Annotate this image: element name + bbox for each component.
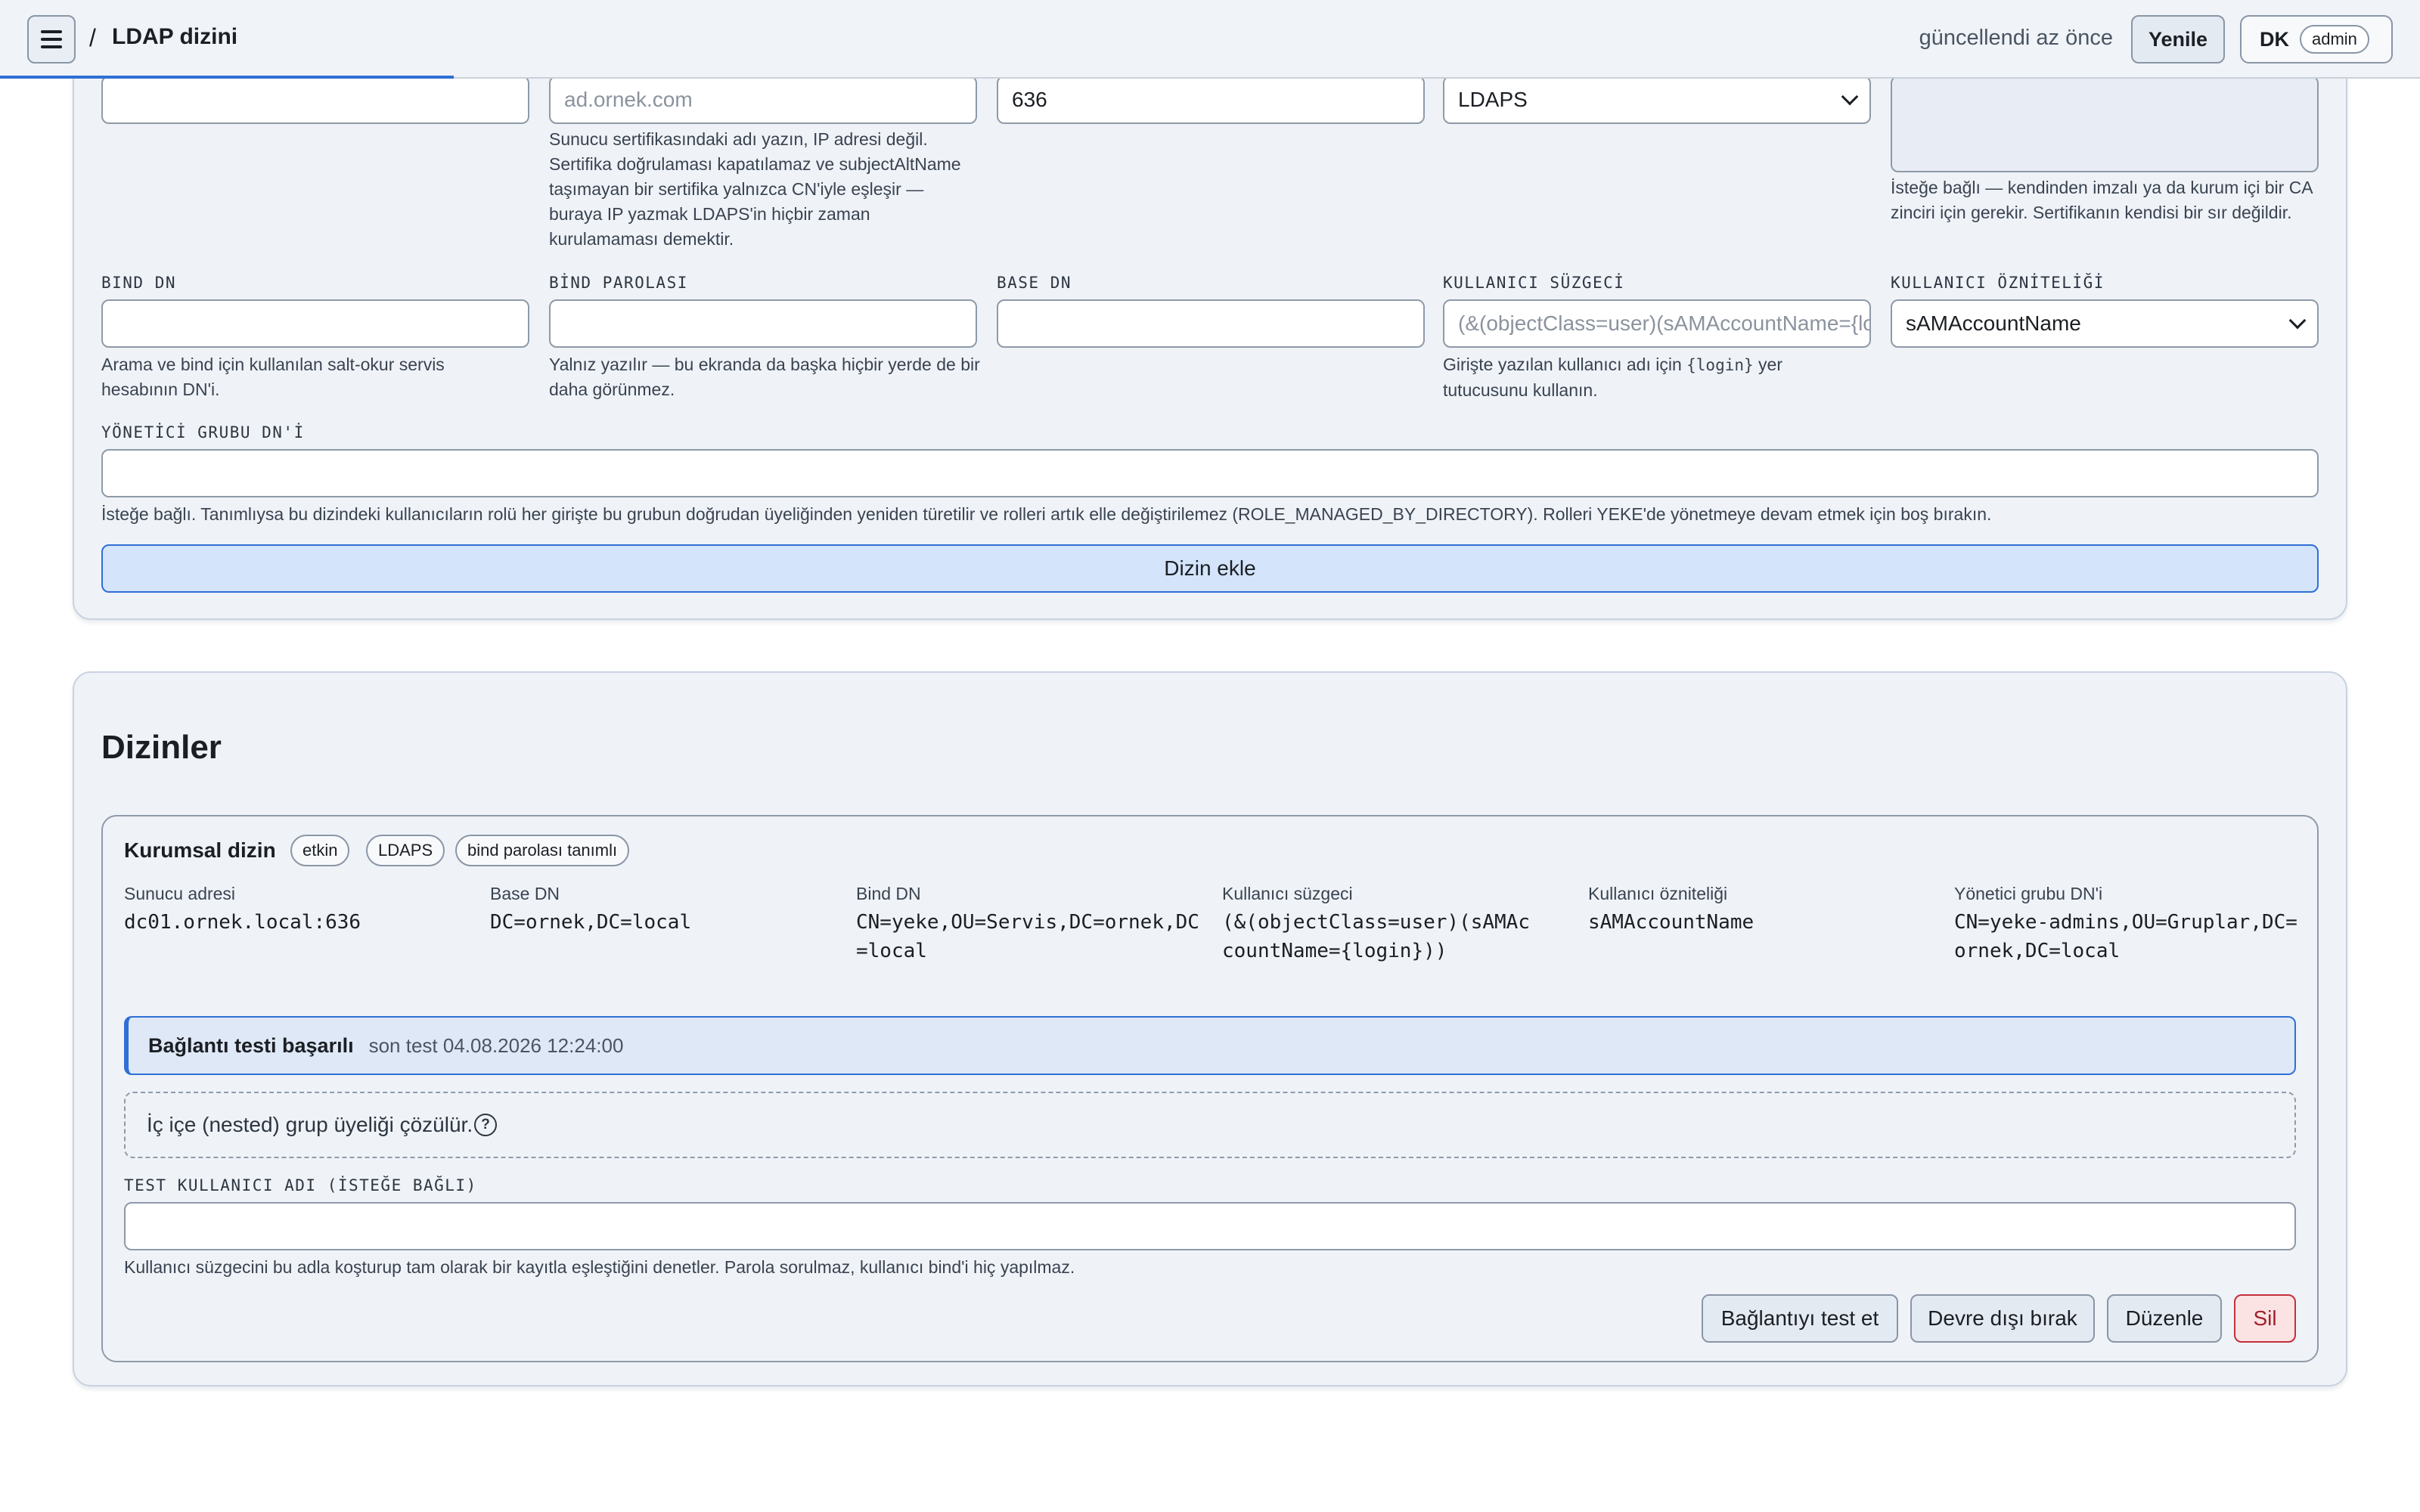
test-user-input[interactable] xyxy=(124,1202,2296,1250)
test-connection-button[interactable]: Bağlantıyı test et xyxy=(1702,1294,1898,1343)
delete-button[interactable]: Sil xyxy=(2234,1294,2296,1343)
bind-dn-label: BIND DN xyxy=(101,274,177,292)
edit-button[interactable]: Düzenle xyxy=(2107,1294,2222,1343)
add-directory-button[interactable]: Dizin ekle xyxy=(101,544,2319,593)
section-heading: Dizinler xyxy=(101,729,222,766)
status-timestamp: son test 04.08.2026 12:24:00 xyxy=(368,1033,624,1057)
field-label-base-dn: Base DN xyxy=(490,884,560,903)
bind-password-help: Yalnız yazılır — bu ekranda da başka hiç… xyxy=(549,355,980,399)
directory-name: Kurumsal dizin xyxy=(124,838,276,862)
admin-group-dn-input[interactable] xyxy=(101,449,2319,497)
refresh-button[interactable]: Yenile xyxy=(2131,15,2225,64)
field-label-user-filter: Kullanıcı süzgeci xyxy=(1222,884,1353,903)
help-icon[interactable]: ? xyxy=(474,1114,498,1136)
bind-dn-help: Arama ve bind için kullanılan salt-okur … xyxy=(101,355,445,399)
protocol-select[interactable]: LDAPS xyxy=(1443,76,1871,124)
field-value-base-dn: DC=ornek,DC=local xyxy=(490,911,692,934)
page-title: LDAP dizini xyxy=(112,24,238,49)
base-dn-label: BASE DN xyxy=(997,274,1072,292)
user-attribute-select[interactable]: sAMAccountName xyxy=(1891,299,2319,348)
user-filter-help: Girişte yazılan kullanıcı adı için {logi… xyxy=(1443,355,1782,400)
disable-button[interactable]: Devre dışı bırak xyxy=(1910,1294,2095,1343)
ca-certificate-help: İsteğe bağlı — kendinden imzalı ya da ku… xyxy=(1891,178,2313,222)
nested-group-text: İç içe (nested) grup üyeliği çözülür. xyxy=(147,1113,473,1136)
top-bar: / LDAP dizini güncellendi az önce Yenile… xyxy=(0,0,2420,79)
base-dn-input[interactable] xyxy=(997,299,1425,348)
server-host-input[interactable] xyxy=(101,76,529,124)
nested-group-note: İç içe (nested) grup üyeliği çözülür. ? xyxy=(124,1092,2296,1158)
admin-group-dn-help: İsteğe bağlı. Tanımlıysa bu dizindeki ku… xyxy=(101,504,1992,524)
admin-group-dn-label: YÖNETİCİ GRUBU DN'İ xyxy=(101,423,305,442)
loading-accent-bar xyxy=(0,76,454,79)
chevron-down-icon xyxy=(1841,88,1859,106)
field-value-admin-group: CN=yeke-admins,OU=Gruplar,DC=ornek,DC=lo… xyxy=(1954,911,2297,962)
breadcrumb-separator: / xyxy=(89,24,96,51)
test-user-help: Kullanıcı süzgecini bu adla koşturup tam… xyxy=(124,1257,1075,1277)
menu-button[interactable] xyxy=(27,15,76,64)
bind-password-label: BİND PAROLASI xyxy=(549,274,688,292)
server-name-help: Sunucu sertifikasındaki adı yazın, IP ad… xyxy=(549,129,961,249)
field-label-admin-group: Yönetici grubu DN'i xyxy=(1954,884,2103,903)
user-filter-input[interactable]: (&(objectClass=user)(sAMAccountName={log… xyxy=(1443,299,1871,348)
connection-test-status: Bağlantı testi başarılı son test 04.08.2… xyxy=(124,1016,2296,1075)
user-attribute-label: KULLANICI ÖZNİTELİĞİ xyxy=(1891,274,2105,292)
bind-password-badge: bind parolası tanımlı xyxy=(455,835,630,866)
field-value-user-filter: (&(objectClass=user)(sAMAccountName={log… xyxy=(1222,911,1530,962)
avatar: DK xyxy=(2260,27,2289,51)
field-label-user-attribute: Kullanıcı özniteliği xyxy=(1588,884,1728,903)
bind-dn-input[interactable] xyxy=(101,299,529,348)
field-label-bind-dn: Bind DN xyxy=(856,884,921,903)
bind-password-input[interactable] xyxy=(549,299,977,348)
field-value-bind-dn: CN=yeke,OU=Servis,DC=ornek,DC=local xyxy=(856,911,1199,962)
ca-certificate-textarea[interactable] xyxy=(1891,76,2319,172)
test-user-label: TEST KULLANICI ADI (İSTEĞE BAĞLI) xyxy=(124,1176,477,1194)
field-value-server: dc01.ornek.local:636 xyxy=(124,911,361,934)
hamburger-icon xyxy=(41,30,62,33)
user-filter-label: KULLANICI SÜZGECİ xyxy=(1443,274,1625,292)
server-name-input[interactable]: ad.ornek.com xyxy=(549,76,977,124)
status-title: Bağlantı testi başarılı xyxy=(148,1033,354,1057)
port-input[interactable]: 636 xyxy=(997,76,1425,124)
user-menu[interactable]: DK admin xyxy=(2240,15,2393,64)
field-label-server: Sunucu adresi xyxy=(124,884,236,903)
protocol-value: LDAPS xyxy=(1458,88,1528,111)
protocol-badge: LDAPS xyxy=(366,835,445,866)
user-attribute-value: sAMAccountName xyxy=(1906,311,2081,335)
chevron-down-icon xyxy=(2288,311,2307,330)
role-badge: admin xyxy=(2300,25,2369,54)
field-value-user-attribute: sAMAccountName xyxy=(1588,911,1754,934)
updated-status: güncellendi az önce xyxy=(1919,26,2113,50)
status-badge: etkin xyxy=(290,835,350,866)
